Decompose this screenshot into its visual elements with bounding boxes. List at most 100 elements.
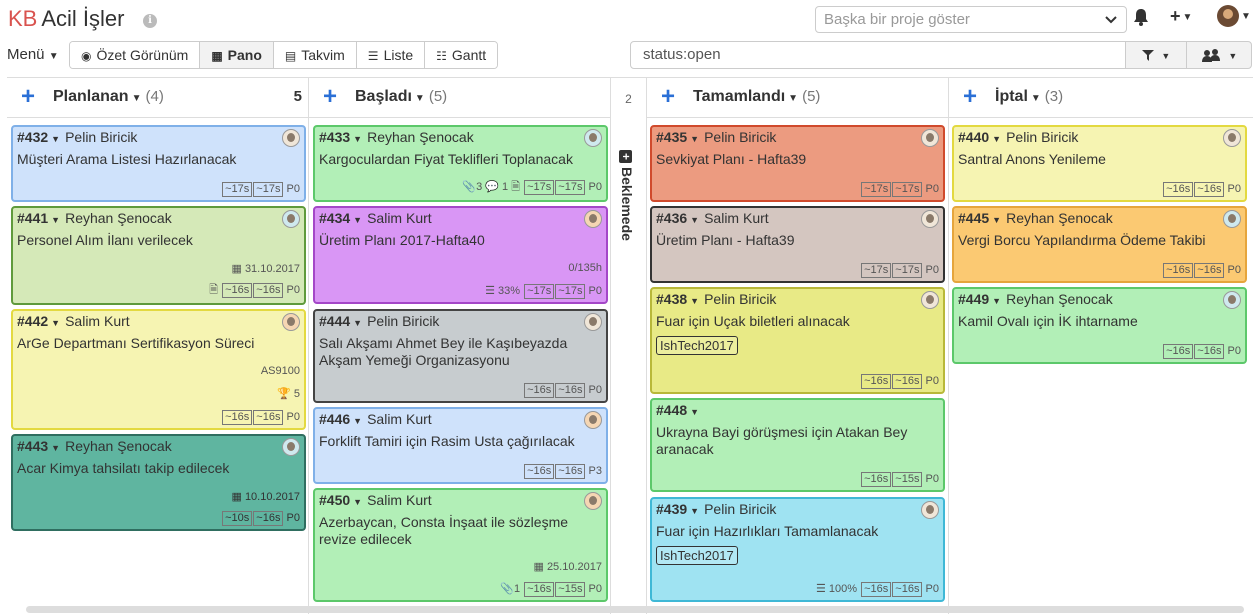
view-board-button[interactable]: ▦ Pano <box>200 42 274 68</box>
menu-button[interactable]: Menü ▼ <box>7 46 59 63</box>
task-id[interactable]: #449 <box>958 291 989 307</box>
task-title[interactable]: Acar Kimya tahsilatı takip edilecek <box>17 460 300 477</box>
caret-down-icon[interactable]: ▼ <box>992 134 1001 144</box>
task-id[interactable]: #436 <box>656 210 687 226</box>
search-input[interactable]: status:open <box>630 41 1126 69</box>
task-tag[interactable]: IshTech2017 <box>656 546 738 565</box>
task-card[interactable]: #443 ▼ Reyhan Şenocak Acar Kimya tahsilatı… <box>11 434 306 531</box>
caret-down-icon[interactable]: ▼ <box>992 296 1001 306</box>
task-id[interactable]: #433 <box>319 129 350 145</box>
column-title[interactable]: İptal ▼ (3) <box>995 88 1063 106</box>
task-id[interactable]: #432 <box>17 129 48 145</box>
task-title[interactable]: Salı Akşamı Ahmet Bey ile Kaşıbeyazda Ak… <box>319 335 602 369</box>
task-title[interactable]: Üretim Planı - Hafta39 <box>656 232 939 249</box>
task-id[interactable]: #442 <box>17 313 48 329</box>
caret-down-icon[interactable]: ▼ <box>690 296 699 306</box>
task-title[interactable]: Santral Anons Yenileme <box>958 151 1241 168</box>
column-header: + Tamamlandı ▼ (5) <box>647 78 948 118</box>
caret-down-icon[interactable]: ▼ <box>353 215 362 225</box>
caret-down-icon[interactable]: ▼ <box>51 134 60 144</box>
filter-button[interactable]: ▼ <box>1125 41 1187 69</box>
task-title[interactable]: Vergi Borcu Yapılandırma Ödeme Takibi <box>958 232 1241 249</box>
info-icon[interactable]: i <box>143 14 157 28</box>
due-date: ▦ 31.10.2017 <box>231 262 300 275</box>
task-id[interactable]: #444 <box>319 313 350 329</box>
task-id[interactable]: #434 <box>319 210 350 226</box>
task-tag[interactable]: IshTech2017 <box>656 336 738 355</box>
task-id[interactable]: #446 <box>319 411 350 427</box>
caret-down-icon[interactable]: ▼ <box>690 506 699 516</box>
users-button[interactable]: ▼ <box>1186 41 1252 69</box>
task-id[interactable]: #440 <box>958 129 989 145</box>
task-title[interactable]: Sevkiyat Planı - Hafta39 <box>656 151 939 168</box>
task-id[interactable]: #443 <box>17 438 48 454</box>
task-card[interactable]: #434 ▼ Salim Kurt Üretim Planı 2017-Hafta4… <box>313 206 608 304</box>
task-card[interactable]: #436 ▼ Salim Kurt Üretim Planı - Hafta39 ~… <box>650 206 945 283</box>
task-title[interactable]: Fuar için Uçak biletleri alınacak <box>656 313 939 330</box>
column-title[interactable]: Planlanan ▼ (4) <box>53 88 164 106</box>
task-card[interactable]: #433 ▼ Reyhan Şenocak Kargoculardan Fiyat … <box>313 125 608 202</box>
task-id[interactable]: #450 <box>319 492 350 508</box>
caret-down-icon[interactable]: ▼ <box>353 134 362 144</box>
task-card[interactable]: #432 ▼ Pelin Biricik Müşteri Arama Listesi… <box>11 125 306 202</box>
caret-down-icon[interactable]: ▼ <box>353 416 362 426</box>
column-title[interactable]: Tamamlandı ▼ (5) <box>693 88 820 106</box>
task-title[interactable]: Kargoculardan Fiyat Teklifleri Toplanaca… <box>319 151 602 168</box>
bell-icon[interactable] <box>1133 8 1149 26</box>
task-card[interactable]: #444 ▼ Pelin Biricik Salı Akşamı Ahmet Bey… <box>313 309 608 403</box>
task-title[interactable]: Fuar için Hazırlıkları Tamamlanacak <box>656 523 939 540</box>
task-card[interactable]: #440 ▼ Pelin Biricik Santral Anons Yenilem… <box>952 125 1247 202</box>
create-menu[interactable]: + ▼ <box>1170 6 1192 27</box>
caret-down-icon[interactable]: ▼ <box>51 443 60 453</box>
task-card[interactable]: #439 ▼ Pelin Biricik Fuar için Hazırlıklar… <box>650 497 945 602</box>
caret-down-icon[interactable]: ▼ <box>51 215 60 225</box>
add-task-icon[interactable]: + <box>661 85 675 109</box>
task-id[interactable]: #439 <box>656 501 687 517</box>
task-card[interactable]: #449 ▼ Reyhan Şenocak Kamil Ovalı için İK … <box>952 287 1247 364</box>
view-list-button[interactable]: ☰ Liste <box>356 42 426 68</box>
task-card[interactable]: #438 ▼ Pelin Biricik Fuar için Uçak biletl… <box>650 287 945 394</box>
add-task-icon[interactable]: + <box>323 85 337 109</box>
task-title[interactable]: Üretim Planı 2017-Hafta40 <box>319 232 602 249</box>
task-footer: ~17s ~17s P0 <box>221 182 300 197</box>
task-card[interactable]: #446 ▼ Salim Kurt Forklift Tamiri için Ras… <box>313 407 608 484</box>
horizontal-scrollbar[interactable] <box>26 606 1244 613</box>
add-task-icon[interactable]: + <box>963 85 977 109</box>
task-card[interactable]: #442 ▼ Salim Kurt ArGe Departmanı Sertifik… <box>11 309 306 430</box>
caret-down-icon[interactable]: ▼ <box>690 407 699 417</box>
caret-down-icon[interactable]: ▼ <box>353 318 362 328</box>
user-menu[interactable]: ▼ <box>1217 5 1251 27</box>
task-title[interactable]: Personel Alım İlanı verilecek <box>17 232 300 249</box>
task-id[interactable]: #435 <box>656 129 687 145</box>
task-card[interactable]: #445 ▼ Reyhan Şenocak Vergi Borcu Yapıland… <box>952 206 1247 283</box>
view-overview-button[interactable]: ◉ Özet Görünüm <box>70 42 201 68</box>
view-gantt-button[interactable]: ☷ Gantt <box>425 42 498 68</box>
task-id[interactable]: #448 <box>656 402 687 418</box>
task-title[interactable]: Kamil Ovalı için İK ihtarname <box>958 313 1241 330</box>
project-select[interactable]: Başka bir proje göster <box>815 6 1127 33</box>
task-card[interactable]: #435 ▼ Pelin Biricik Sevkiyat Planı - Haft… <box>650 125 945 202</box>
view-calendar-button[interactable]: ▤ Takvim <box>273 42 357 68</box>
task-title[interactable]: Müşteri Arama Listesi Hazırlanacak <box>17 151 300 168</box>
caret-down-icon[interactable]: ▼ <box>353 497 362 507</box>
task-card[interactable]: #441 ▼ Reyhan Şenocak Personel Alım İlanı … <box>11 206 306 305</box>
task-id[interactable]: #438 <box>656 291 687 307</box>
task-id[interactable]: #445 <box>958 210 989 226</box>
add-task-icon[interactable]: + <box>21 85 35 109</box>
task-title[interactable]: Forklift Tamiri için Rasim Usta çağırıla… <box>319 433 602 450</box>
caret-down-icon[interactable]: ▼ <box>690 134 699 144</box>
task-id[interactable]: #441 <box>17 210 48 226</box>
column-beklemede-collapsed[interactable]: 2 + Beklemede <box>611 78 647 614</box>
avatar <box>282 210 300 228</box>
task-title[interactable]: Azerbaycan, Consta İnşaat ile sözleşme r… <box>319 514 602 548</box>
task-title[interactable]: Ukrayna Bayi görüşmesi için Atakan Bey a… <box>656 424 939 458</box>
task-title[interactable]: ArGe Departmanı Sertifikasyon Süreci <box>17 335 300 352</box>
caret-down-icon: ▼ <box>788 93 799 104</box>
task-card[interactable]: #448 ▼ Ukrayna Bayi görüşmesi için Atakan… <box>650 398 945 492</box>
caret-down-icon[interactable]: ▼ <box>690 215 699 225</box>
task-card[interactable]: #450 ▼ Salim Kurt Azerbaycan, Consta İnşaa… <box>313 488 608 602</box>
caret-down-icon[interactable]: ▼ <box>992 215 1001 225</box>
caret-down-icon[interactable]: ▼ <box>51 318 60 328</box>
column-title[interactable]: Başladı ▼ (5) <box>355 88 447 106</box>
column-name: Başladı <box>355 88 412 105</box>
